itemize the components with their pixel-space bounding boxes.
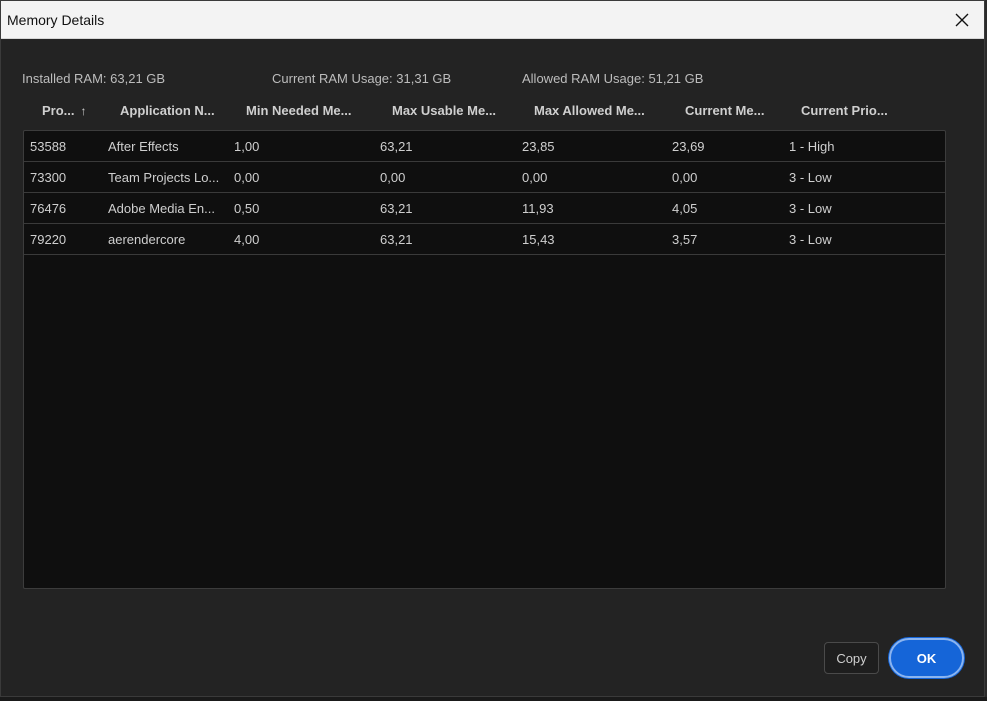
background-window-edge (0, 697, 987, 701)
cell-max-usable-memory: 0,00 (380, 170, 406, 185)
cell-min-needed-memory: 4,00 (234, 232, 260, 247)
column-header-max-usable-memory[interactable]: Max Usable Me... (392, 103, 496, 118)
close-icon (955, 13, 969, 27)
copy-button[interactable]: Copy (824, 642, 879, 674)
cell-current-priority: 3 - Low (789, 201, 832, 216)
cell-process-id: 73300 (30, 170, 67, 185)
cell-min-needed-memory: 1,00 (234, 139, 260, 154)
column-header-process-id[interactable]: Pro... ↑ (42, 103, 87, 118)
cell-max-allowed-memory: 11,93 (522, 201, 554, 216)
cell-min-needed-memory: 0,50 (234, 201, 260, 216)
title-bar: Memory Details (1, 1, 984, 39)
cell-application-name: Adobe Media En... (108, 201, 215, 216)
cell-application-name: After Effects (108, 139, 179, 154)
window-title: Memory Details (7, 12, 105, 28)
allowed-ram-usage-label: Allowed RAM Usage: 51,21 GB (522, 71, 704, 86)
cell-max-usable-memory: 63,21 (380, 201, 413, 216)
cell-current-priority: 3 - Low (789, 170, 832, 185)
cell-current-memory: 4,05 (672, 201, 698, 216)
table-row[interactable]: 79220 aerendercore 4,00 63,21 15,43 3,57… (24, 224, 945, 255)
cell-max-allowed-memory: 0,00 (522, 170, 548, 185)
table-row[interactable]: 53588 After Effects 1,00 63,21 23,85 23,… (24, 131, 945, 162)
column-header-max-allowed-memory[interactable]: Max Allowed Me... (534, 103, 645, 118)
cell-max-allowed-memory: 23,85 (522, 139, 555, 154)
memory-table[interactable]: 53588 After Effects 1,00 63,21 23,85 23,… (23, 130, 946, 589)
arrow-up-icon: ↑ (80, 104, 87, 118)
installed-ram-label: Installed RAM: 63,21 GB (22, 71, 166, 86)
ok-button[interactable]: OK (889, 638, 964, 678)
current-ram-usage-label: Current RAM Usage: 31,31 GB (272, 71, 452, 86)
column-header-min-needed-memory[interactable]: Min Needed Me... (246, 103, 351, 118)
cell-current-memory: 3,57 (672, 232, 698, 247)
cell-process-id: 79220 (30, 232, 67, 247)
table-row[interactable]: 76476 Adobe Media En... 0,50 63,21 11,93… (24, 193, 945, 224)
memory-details-dialog: Memory Details Installed RAM: 63,21 GB C… (0, 0, 985, 697)
cell-application-name: aerendercore (108, 232, 186, 247)
cell-process-id: 76476 (30, 201, 67, 216)
cell-current-priority: 3 - Low (789, 232, 832, 247)
cell-max-usable-memory: 63,21 (380, 232, 413, 247)
column-header-current-priority[interactable]: Current Prio... (801, 103, 888, 118)
cell-max-allowed-memory: 15,43 (522, 232, 555, 247)
cell-process-id: 53588 (30, 139, 67, 154)
close-button[interactable] (940, 1, 984, 39)
cell-current-memory: 23,69 (672, 139, 705, 154)
column-header-current-memory[interactable]: Current Me... (685, 103, 764, 118)
cell-current-memory: 0,00 (672, 170, 698, 185)
column-header-application-name[interactable]: Application N... (120, 103, 215, 118)
cell-max-usable-memory: 63,21 (380, 139, 413, 154)
cell-application-name: Team Projects Lo... (108, 170, 220, 185)
table-row[interactable]: 73300 Team Projects Lo... 0,00 0,00 0,00… (24, 162, 945, 193)
cell-current-priority: 1 - High (789, 139, 835, 154)
cell-min-needed-memory: 0,00 (234, 170, 260, 185)
